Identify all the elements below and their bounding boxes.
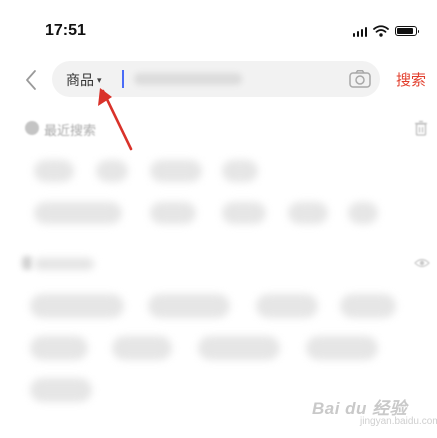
discover-chip[interactable]	[306, 336, 378, 360]
recent-search-chip[interactable]	[96, 160, 128, 182]
annotation-arrow	[98, 88, 133, 151]
search-submit-button[interactable]: 搜索	[396, 69, 426, 90]
discover-chip[interactable]	[256, 294, 318, 318]
status-icons	[352, 25, 419, 37]
battery-icon	[395, 26, 419, 36]
status-bar: 17:51	[0, 0, 437, 56]
recent-search-chip[interactable]	[348, 202, 378, 224]
chevron-down-icon: ▾	[97, 74, 102, 85]
recent-search-chip[interactable]	[150, 160, 202, 182]
recent-search-chip[interactable]	[34, 160, 74, 182]
recent-searches-title: 最近搜索	[44, 123, 97, 138]
status-time: 17:51	[45, 22, 86, 39]
signal-icon	[352, 26, 367, 37]
chevron-left-icon[interactable]	[22, 68, 42, 92]
trash-icon[interactable]	[414, 120, 428, 136]
recent-search-chip[interactable]	[222, 202, 266, 224]
camera-icon[interactable]	[348, 69, 372, 89]
wifi-icon	[373, 25, 389, 37]
recent-search-chip[interactable]	[222, 160, 258, 182]
discover-chip[interactable]	[340, 294, 396, 318]
discover-chip[interactable]	[30, 294, 124, 318]
discover-chip[interactable]	[198, 336, 280, 360]
discover-chip[interactable]	[148, 294, 230, 318]
discover-title	[34, 258, 94, 270]
clock-icon	[25, 121, 39, 135]
search-input[interactable]	[134, 73, 242, 85]
discover-icon	[22, 256, 32, 270]
recent-search-chip[interactable]	[288, 202, 328, 224]
discover-chip[interactable]	[112, 336, 172, 360]
discover-chip[interactable]	[30, 378, 92, 402]
recent-search-chip[interactable]	[150, 202, 196, 224]
eye-icon[interactable]	[414, 257, 430, 269]
watermark-url: jingyan.baidu.com	[360, 416, 437, 427]
discover-chip[interactable]	[30, 336, 88, 360]
category-label: 商品	[66, 72, 94, 88]
recent-search-chip[interactable]	[34, 202, 122, 224]
